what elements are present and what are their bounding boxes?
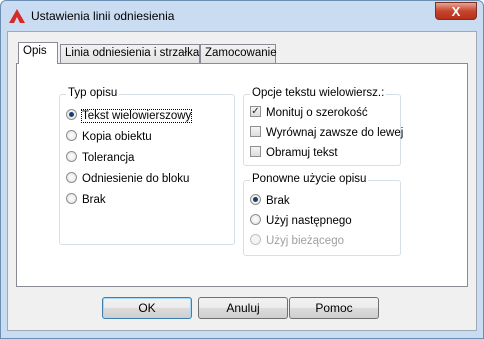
radio-uzyj-biezacego: Użyj bieżącego <box>250 234 344 249</box>
checkmark-icon: ✓ <box>250 106 261 118</box>
help-button[interactable]: Pomoc <box>289 297 379 319</box>
radio-uzyj-nastepnego[interactable]: Użyj następnego <box>250 214 352 229</box>
tab-panel-opis: Typ opisu Tekst wielowierszowy Kopia obi… <box>16 63 468 287</box>
radio-kopia-obiektu[interactable]: Kopia obiektu <box>66 130 152 145</box>
tab-opis[interactable]: Opis <box>18 42 58 64</box>
title-bar[interactable]: Ustawienia linii odniesienia X <box>1 1 483 31</box>
group-ponowne-uzycie: Ponowne użycie opisu Brak Użyj następneg… <box>243 173 401 256</box>
radio-button-icon <box>250 214 261 226</box>
group-typ-opisu: Typ opisu Tekst wielowierszowy Kopia obi… <box>59 87 235 245</box>
radio-brak-ponowne[interactable]: Brak <box>250 194 290 209</box>
ok-button[interactable]: OK <box>102 297 192 319</box>
tab-zamocowanie[interactable]: Zamocowanie <box>200 44 277 63</box>
radio-brak-typ[interactable]: Brak <box>66 193 106 208</box>
radio-button-icon <box>250 234 261 246</box>
checkbox-obramuj-tekst[interactable]: Obramuj tekst <box>250 146 338 161</box>
dialog-title: Ustawienia linii odniesienia <box>31 9 175 23</box>
autocad-a-icon <box>9 9 25 23</box>
radio-button-icon <box>66 172 77 184</box>
radio-button-icon <box>66 109 77 121</box>
cancel-button[interactable]: Anuluj <box>198 297 288 319</box>
dialog-window: Ustawienia linii odniesienia X Opis Lini… <box>0 0 484 339</box>
radio-button-icon <box>66 151 77 163</box>
tab-linia-odniesienia[interactable]: Linia odniesienia i strzałka <box>60 44 200 63</box>
checkbox-icon <box>250 126 261 138</box>
checkbox-monituj-o-szerokosc[interactable]: ✓ Monituj o szerokość <box>250 106 368 121</box>
radio-button-icon <box>66 193 77 205</box>
checkbox-wyrownaj-do-lewej[interactable]: Wyrównaj zawsze do lewej <box>250 126 403 141</box>
checkbox-icon <box>250 146 261 158</box>
group-title-ponowne-uzycie: Ponowne użycie opisu <box>250 173 369 185</box>
group-title-typ-opisu: Typ opisu <box>66 87 120 99</box>
radio-tolerancja[interactable]: Tolerancja <box>66 151 134 166</box>
group-title-opcje-tekstu: Opcje tekstu wielowiersz.: <box>250 87 387 99</box>
radio-button-icon <box>250 194 261 206</box>
radio-tekst-wielowierszowy[interactable]: Tekst wielowierszowy <box>66 109 193 124</box>
radio-odniesienie-do-bloku[interactable]: Odniesienie do bloku <box>66 172 189 187</box>
group-opcje-tekstu: Opcje tekstu wielowiersz.: ✓ Monituj o sz… <box>243 87 403 166</box>
dialog-body: Opis Linia odniesienia i strzałka Zamoco… <box>7 31 477 331</box>
radio-button-icon <box>66 130 77 142</box>
close-button[interactable]: X <box>435 2 477 20</box>
